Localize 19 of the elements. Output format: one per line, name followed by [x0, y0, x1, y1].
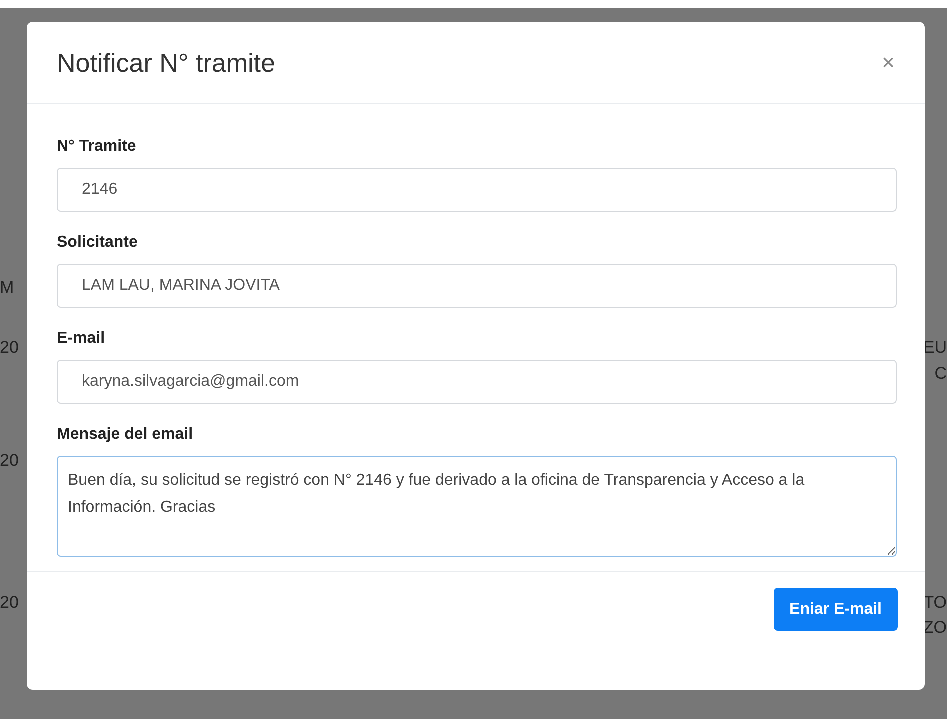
- background-text: C: [934, 364, 947, 384]
- background-text: EU: [923, 338, 947, 358]
- field-label: N° Tramite: [57, 138, 138, 156]
- field-label: E-mail: [57, 330, 106, 348]
- background-text: M: [0, 278, 14, 298]
- field-label: Solicitante: [57, 234, 139, 252]
- modal-title: Notificar N° tramite: [57, 48, 276, 79]
- background-text: 20: [0, 338, 19, 358]
- background-text: 20: [0, 593, 19, 613]
- background-text: ZO: [923, 618, 947, 638]
- field-label: Mensaje del email: [57, 426, 194, 444]
- message-field[interactable]: Buen día, su solicitud se registró con N° 2146 y fue derivado a la oficina de Transparencia y Acceso a la Información. Gracias: [57, 456, 897, 557]
- input-field[interactable]: 2146: [57, 168, 897, 212]
- close-button[interactable]: ×: [882, 52, 895, 74]
- send-button[interactable]: Eniar E-mail: [774, 588, 898, 631]
- background-text: TO: [924, 593, 947, 613]
- input-field[interactable]: LAM LAU, MARINA JOVITA: [57, 264, 897, 308]
- input-field[interactable]: karyna.silvagarcia@gmail.com: [57, 360, 897, 404]
- background-text: 20: [0, 451, 19, 471]
